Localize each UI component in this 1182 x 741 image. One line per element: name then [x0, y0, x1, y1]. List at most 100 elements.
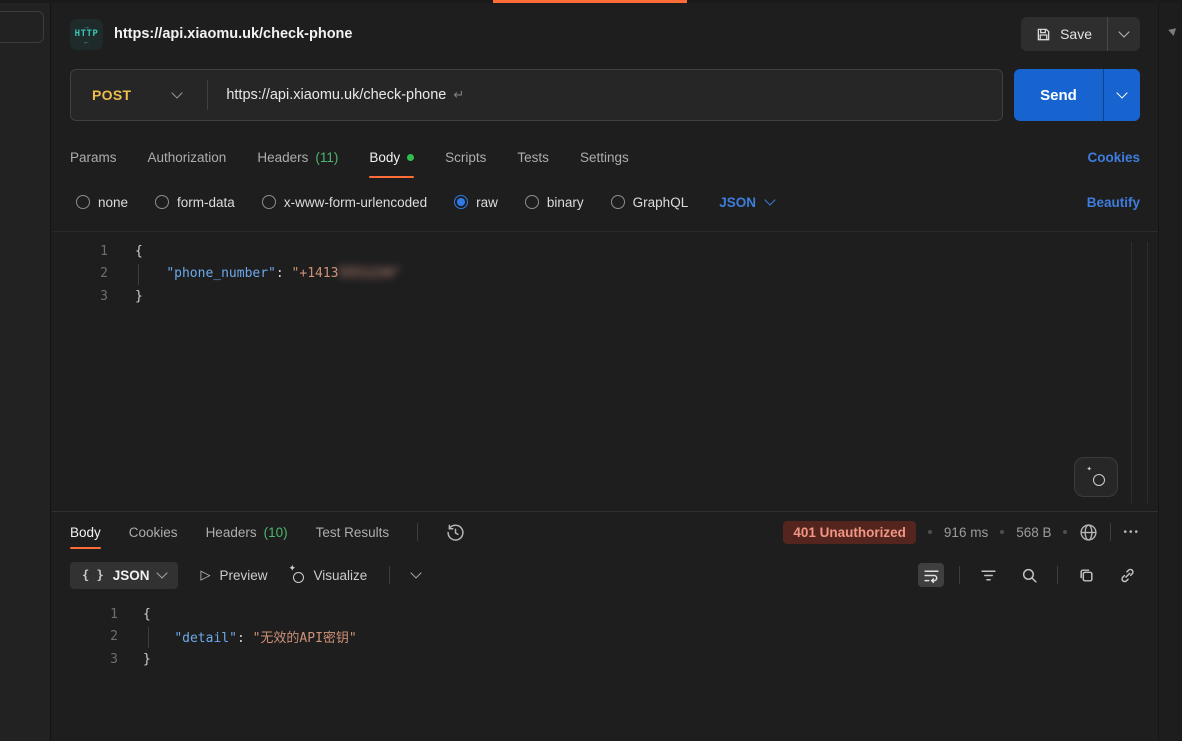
save-button-main[interactable]: Save: [1021, 17, 1107, 51]
radio-label: none: [98, 195, 128, 210]
divider: [1057, 566, 1058, 584]
cookies-link[interactable]: Cookies: [1087, 150, 1140, 165]
radio-label: form-data: [177, 195, 235, 210]
code-text: }: [143, 652, 151, 667]
tab-scripts[interactable]: Scripts: [445, 135, 486, 179]
redacted-value: 5551234": [339, 266, 402, 281]
tab-headers[interactable]: Headers (11): [257, 135, 338, 179]
tab-tests[interactable]: Tests: [517, 135, 549, 179]
preview-button[interactable]: ▷ Preview: [200, 567, 267, 583]
response-tools: [918, 563, 1140, 587]
editor-scrollbar[interactable]: [1131, 242, 1132, 503]
api-client-window: → HTTP ← https://api.xiaomu.uk/check-pho…: [0, 0, 1182, 741]
wrap-text-button[interactable]: [918, 563, 944, 587]
request-body-editor[interactable]: 1 { 2 "phone_number": "+14135551234" 3 }…: [52, 231, 1158, 511]
format-label: JSON: [113, 568, 150, 583]
autocomplete-enter-hint: ↵: [453, 87, 464, 103]
status-badge[interactable]: 401 Unauthorized: [783, 521, 916, 544]
sidebar-collapsed-item[interactable]: [0, 11, 44, 43]
code-line: 2 "phone_number": "+14135551234": [52, 263, 1158, 286]
radio-icon: [76, 195, 90, 209]
save-options-button[interactable]: [1107, 17, 1140, 51]
indent-guide: [148, 627, 149, 648]
chevron-down-icon: [1118, 26, 1129, 37]
tab-label: Test Results: [316, 525, 390, 540]
radio-x-www-form-urlencoded[interactable]: x-www-form-urlencoded: [262, 195, 427, 210]
radio-graphql[interactable]: GraphQL: [611, 195, 689, 210]
postbot-button[interactable]: ✦: [1074, 457, 1118, 497]
chevron-down-icon[interactable]: [411, 567, 422, 578]
network-globe-icon[interactable]: [1079, 523, 1098, 542]
send-button[interactable]: Send: [1014, 69, 1140, 121]
headers-count-badge: (11): [315, 150, 338, 165]
line-number: 2: [52, 266, 108, 281]
tab-authorization[interactable]: Authorization: [148, 135, 227, 179]
dot-separator: [928, 530, 932, 534]
play-outline-icon: ▷: [200, 567, 210, 583]
copy-button[interactable]: [1073, 563, 1099, 587]
json-value: "无效的API密钥": [253, 631, 357, 646]
dot-separator: [1063, 530, 1067, 534]
filter-button[interactable]: [975, 563, 1001, 587]
link-button[interactable]: [1114, 563, 1140, 587]
save-button[interactable]: Save: [1021, 17, 1140, 51]
chevron-down-icon: [1116, 87, 1127, 98]
radio-icon: [525, 195, 539, 209]
line-number: 3: [52, 652, 118, 667]
line-number: 1: [52, 607, 118, 622]
tab-label: Body: [369, 150, 400, 165]
code-line: 1 {: [52, 240, 1158, 263]
http-protocol-icon: → HTTP ←: [70, 19, 103, 50]
code-text: {: [143, 607, 151, 622]
response-size[interactable]: 568 B: [1016, 525, 1051, 540]
radio-binary[interactable]: binary: [525, 195, 584, 210]
send-options-button[interactable]: [1103, 69, 1140, 121]
send-button-main[interactable]: Send: [1014, 69, 1103, 121]
search-icon[interactable]: [1016, 563, 1042, 587]
panel-edge: [1147, 242, 1148, 503]
response-toolbar: { } JSON ▷ Preview ✦ Visualize: [70, 556, 1140, 594]
arrow-left-icon: ←: [83, 39, 90, 45]
request-title: https://api.xiaomu.uk/check-phone: [114, 26, 352, 42]
code-line: 3 }: [52, 285, 1158, 308]
radio-icon: [262, 195, 276, 209]
indent-guide: [138, 264, 139, 285]
dot-separator: [1000, 530, 1004, 534]
tab-body[interactable]: Body: [369, 135, 414, 179]
response-tab-body[interactable]: Body: [70, 514, 101, 550]
radio-selected-icon: [454, 195, 468, 209]
visualize-button[interactable]: ✦ Visualize: [289, 568, 367, 583]
request-tab-bar: Params Authorization Headers (11) Body S…: [70, 135, 1140, 179]
response-tab-bar: Body Cookies Headers (10) Test Results 4…: [70, 512, 1140, 552]
radio-label: raw: [476, 195, 498, 210]
line-number: 1: [52, 244, 108, 259]
response-format-dropdown[interactable]: { } JSON: [70, 562, 178, 589]
braces-icon: { }: [82, 568, 104, 582]
language-dropdown[interactable]: JSON: [719, 195, 774, 210]
response-tab-test-results[interactable]: Test Results: [316, 514, 390, 550]
beautify-link[interactable]: Beautify: [1087, 195, 1140, 210]
response-history-button[interactable]: [446, 523, 465, 542]
radio-form-data[interactable]: form-data: [155, 195, 235, 210]
method-selector[interactable]: POST: [71, 87, 131, 103]
radio-none[interactable]: none: [76, 195, 128, 210]
response-body-editor[interactable]: 1 { 2 "detail": "无效的API密钥" 3 }: [52, 598, 1158, 741]
tab-label: Headers: [257, 150, 308, 165]
chevron-down-icon[interactable]: [172, 87, 183, 98]
divider: [417, 523, 418, 541]
radio-icon: [155, 195, 169, 209]
response-tab-headers[interactable]: Headers (10): [206, 514, 288, 550]
url-input[interactable]: https://api.xiaomu.uk/check-phone: [226, 87, 446, 103]
response-tab-cookies[interactable]: Cookies: [129, 514, 178, 550]
response-time[interactable]: 916 ms: [944, 525, 988, 540]
language-label: JSON: [719, 195, 756, 210]
chevron-down-icon: [764, 194, 775, 205]
tab-settings[interactable]: Settings: [580, 135, 629, 179]
json-value: "+1413: [292, 266, 339, 281]
tab-label: Body: [70, 525, 101, 540]
radio-icon: [611, 195, 625, 209]
tab-params[interactable]: Params: [70, 135, 117, 179]
main-panel: → HTTP ← https://api.xiaomu.uk/check-pho…: [52, 3, 1158, 741]
more-options-button[interactable]: •••: [1123, 527, 1140, 538]
radio-raw[interactable]: raw: [454, 195, 498, 210]
